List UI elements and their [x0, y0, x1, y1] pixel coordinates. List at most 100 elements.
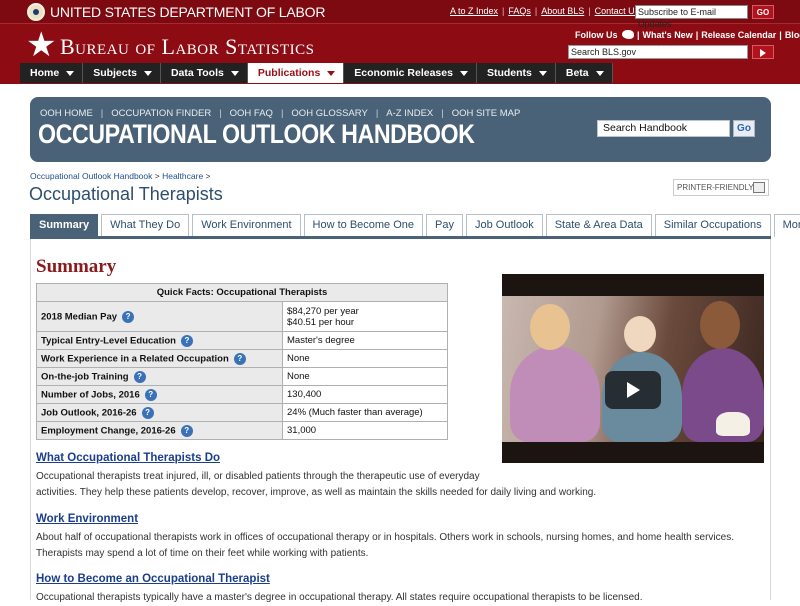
faqs-link[interactable]: FAQs — [508, 6, 531, 16]
whats-new-link[interactable]: What's New — [643, 30, 693, 40]
about-bls-link[interactable]: About BLS — [541, 6, 584, 16]
caret-down-icon — [459, 70, 468, 76]
breadcrumb: Occupational Outlook Handbook > Healthca… — [30, 171, 211, 181]
dol-name[interactable]: UNITED STATES DEPARTMENT OF LABOR — [50, 4, 325, 20]
bls-star-icon[interactable]: ★ — [26, 28, 56, 62]
a-z-index-link[interactable]: A-Z INDEX — [386, 108, 433, 119]
qf-label-cell: 2018 Median Pay? — [36, 301, 283, 332]
help-icon[interactable]: ? — [122, 310, 135, 323]
teapot — [716, 412, 750, 436]
qf-label-cell: On-the-job Training? — [36, 367, 283, 386]
nav-publications[interactable]: Publications — [247, 63, 345, 83]
breadcrumb-healthcare-link[interactable]: Healthcare — [162, 171, 203, 181]
tab-pay[interactable]: Pay — [426, 214, 463, 237]
release-calendar-link[interactable]: Release Calendar — [701, 30, 776, 40]
nav-subjects[interactable]: Subjects — [83, 63, 161, 83]
qf-value: 31,000 — [282, 421, 448, 440]
help-icon[interactable]: ? — [144, 388, 157, 401]
dol-seal-icon[interactable] — [27, 3, 45, 21]
ooh-title[interactable]: OCCUPATIONAL OUTLOOK HANDBOOK — [38, 119, 475, 150]
printer-friendly-label: PRINTER-FRIENDLY — [677, 183, 754, 192]
handbook-go-button[interactable]: Go — [733, 120, 755, 137]
tab-summary[interactable]: Summary — [30, 214, 99, 237]
help-icon[interactable]: ? — [141, 406, 154, 419]
occupation-finder-link[interactable]: OCCUPATION FINDER — [111, 108, 211, 119]
bls-search-input[interactable]: Search BLS.gov — [568, 45, 748, 59]
nav-label: Publications — [257, 67, 321, 79]
nav-beta[interactable]: Beta — [555, 63, 613, 83]
contact-us-link[interactable]: Contact Us — [595, 6, 640, 16]
blog-link[interactable]: Blog — [785, 30, 800, 40]
bls-search-button[interactable] — [752, 45, 774, 59]
main-nav: Home Subjects Data Tools Publications Ec… — [20, 63, 613, 83]
ooh-links: OOH HOME | OCCUPATION FINDER | OOH FAQ | OOH G… — [40, 108, 521, 119]
qf-value: None — [282, 367, 448, 386]
email-updates-input[interactable]: Subscribe to E-mail Updates — [635, 5, 748, 29]
ooh-banner: OOH HOME | OCCUPATION FINDER | OOH FAQ | OOH G… — [30, 97, 771, 162]
breadcrumb-ooh-link[interactable]: Occupational Outlook Handbook — [30, 171, 152, 181]
what-they-do-text: Occupational therapists treat injured, i… — [36, 471, 480, 482]
follow-us-link[interactable]: Follow Us — [575, 30, 618, 40]
tab-similar-occupations[interactable]: Similar Occupations — [654, 214, 771, 237]
nav-students[interactable]: Students — [476, 63, 556, 83]
person-figure — [510, 346, 600, 442]
tab-state-area-data[interactable]: State & Area Data — [545, 214, 652, 237]
a-to-z-index-link[interactable]: A to Z Index — [450, 6, 498, 16]
qf-label-cell: Number of Jobs, 2016? — [36, 385, 283, 404]
printer-friendly-button[interactable]: PRINTER-FRIENDLY — [673, 179, 769, 196]
printer-icon — [753, 182, 765, 193]
help-icon[interactable]: ? — [180, 424, 193, 437]
qf-value: 130,400 — [282, 385, 448, 404]
play-icon[interactable] — [605, 371, 661, 409]
video-thumbnail — [502, 296, 764, 442]
nav-label: Data Tools — [170, 67, 224, 79]
qf-value: None — [282, 349, 448, 368]
caret-down-icon — [595, 70, 604, 76]
video-player[interactable] — [502, 274, 764, 463]
ooh-faq-link[interactable]: OOH FAQ — [230, 108, 273, 119]
work-environment-line: Therapists may spend a lot of time on th… — [36, 548, 369, 559]
qf-label: Employment Change, 2016-26 — [41, 425, 176, 437]
qf-label: Work Experience in a Related Occupation — [41, 353, 229, 365]
nav-data-tools[interactable]: Data Tools — [160, 63, 248, 83]
caret-down-icon — [143, 70, 152, 76]
qf-value: Master's degree — [282, 331, 448, 350]
tab-job-outlook[interactable]: Job Outlook — [466, 214, 543, 237]
table-row: Work Experience in a Related Occupation?… — [36, 349, 448, 368]
tab-what-they-do[interactable]: What They Do — [101, 214, 190, 237]
twitter-icon[interactable] — [622, 30, 635, 39]
email-go-button[interactable]: GO — [752, 5, 774, 19]
ooh-glossary-link[interactable]: OOH GLOSSARY — [291, 108, 367, 119]
help-icon[interactable]: ? — [233, 352, 246, 365]
help-icon[interactable]: ? — [180, 334, 193, 347]
quick-facts-caption: Quick Facts: Occupational Therapists — [36, 283, 448, 302]
qf-label: Typical Entry-Level Education — [41, 335, 176, 347]
tab-more-info[interactable]: More Info — [773, 214, 800, 237]
qf-value: $84,270 per year — [287, 305, 359, 317]
what-they-do-link[interactable]: What Occupational Therapists Do — [36, 452, 220, 464]
table-row: Typical Entry-Level Education? Master's … — [36, 331, 448, 350]
tab-how-to-become-one[interactable]: How to Become One — [303, 214, 424, 237]
nav-economic-releases[interactable]: Economic Releases — [344, 63, 477, 83]
person-figure — [624, 316, 656, 352]
bls-name[interactable]: Bureau of Labor Statistics — [60, 34, 315, 60]
how-to-become-link[interactable]: How to Become an Occupational Therapist — [36, 573, 270, 585]
caret-down-icon — [230, 70, 239, 76]
help-icon[interactable]: ? — [133, 370, 146, 383]
table-row: Job Outlook, 2016-26? 24% (Much faster t… — [36, 403, 448, 422]
ooh-home-link[interactable]: OOH HOME — [40, 108, 93, 119]
table-row: Number of Jobs, 2016? 130,400 — [36, 385, 448, 404]
tab-work-environment[interactable]: Work Environment — [192, 214, 301, 237]
nav-label: Economic Releases — [354, 67, 453, 79]
work-environment-line: About half of occupational therapists wo… — [36, 532, 734, 543]
qf-label-cell: Employment Change, 2016-26? — [36, 421, 283, 440]
handbook-search-input[interactable]: Search Handbook — [597, 120, 730, 137]
qf-label: Number of Jobs, 2016 — [41, 389, 140, 401]
nav-label: Subjects — [93, 67, 137, 79]
qf-label-cell: Job Outlook, 2016-26? — [36, 403, 283, 422]
ooh-site-map-link[interactable]: OOH SITE MAP — [452, 108, 521, 119]
nav-home[interactable]: Home — [20, 63, 84, 83]
qf-label-cell: Work Experience in a Related Occupation? — [36, 349, 283, 368]
qf-label: On-the-job Training — [41, 371, 129, 383]
work-environment-link[interactable]: Work Environment — [36, 513, 138, 525]
